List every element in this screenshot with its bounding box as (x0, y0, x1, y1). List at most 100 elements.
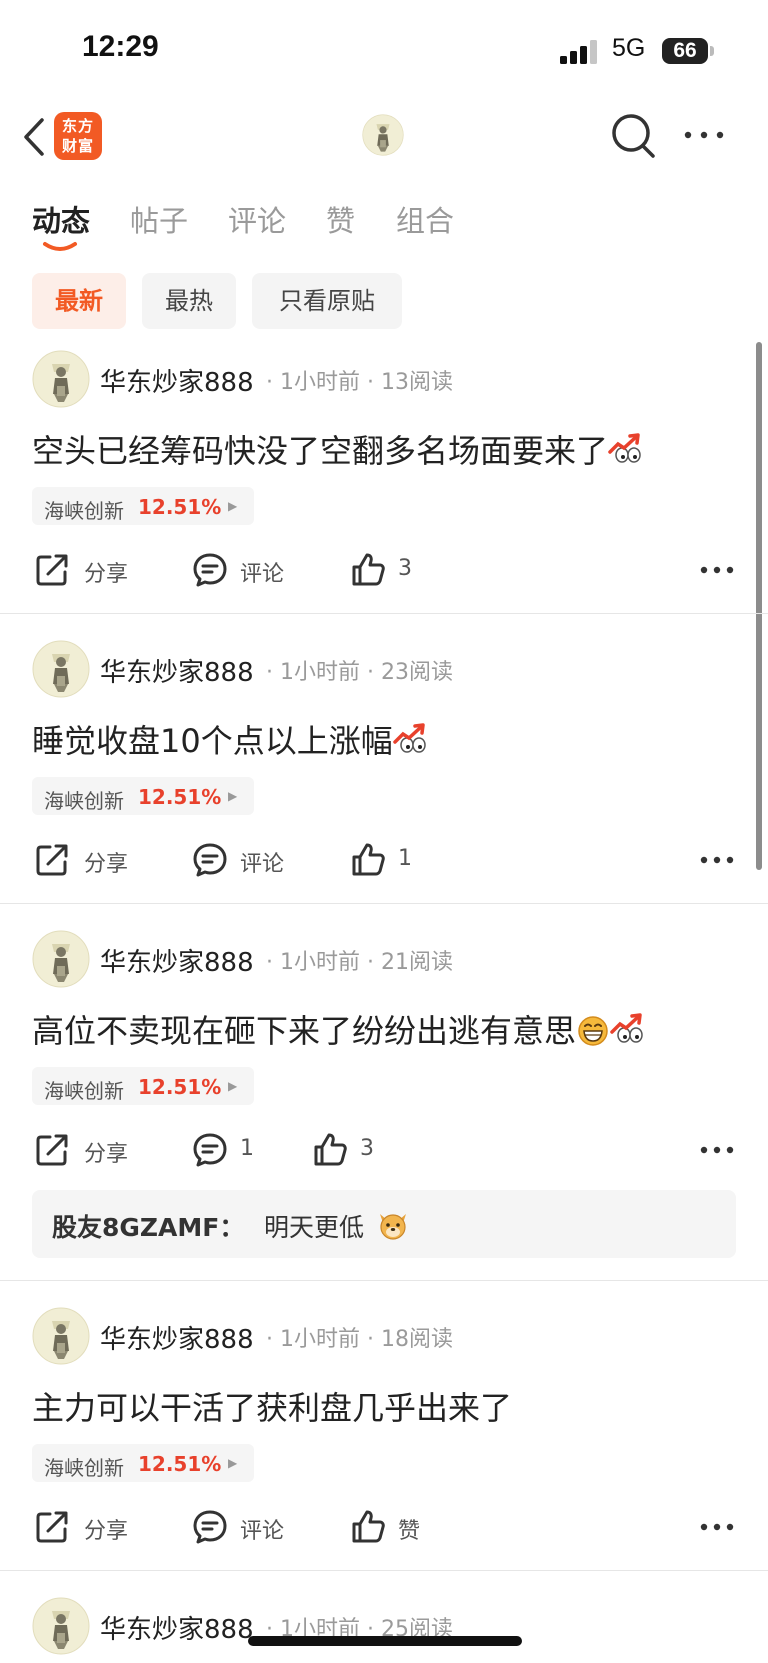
author-avatar[interactable] (32, 1307, 90, 1365)
comment-button[interactable]: 评论 (192, 1509, 312, 1545)
grin-emoji-icon (578, 1016, 608, 1046)
share-button[interactable]: 分享 (34, 552, 154, 588)
post-time: 1小时前 (280, 370, 360, 395)
stock-name: 海峡创新 (44, 789, 124, 813)
like-icon (352, 553, 385, 586)
author-name[interactable]: 华东炒家888 (100, 1609, 254, 1646)
tab-comments[interactable]: 评论 (228, 198, 286, 240)
search-icon[interactable] (610, 110, 658, 162)
share-button[interactable]: 分享 (34, 842, 154, 878)
reply-preview[interactable]: 股友8GZAMF： 明天更低 (32, 1190, 736, 1258)
post-meta: · 1小时前 · 13阅读 (266, 370, 453, 395)
like-icon (352, 843, 385, 876)
post-content[interactable]: 主力可以干活了获利盘几乎出来了 (32, 1383, 512, 1429)
post-more-icon[interactable] (700, 1146, 734, 1154)
filter-hottest[interactable]: 最热 (142, 273, 236, 329)
comment-label: 评论 (240, 562, 285, 587)
share-label: 分享 (84, 1142, 129, 1167)
scrollbar[interactable] (756, 342, 762, 870)
post-meta: · 1小时前 · 18阅读 (266, 1327, 453, 1352)
post-content[interactable]: 空头已经筹码快没了空翻多名场面要来了 (32, 426, 644, 472)
tab-portfolio[interactable]: 组合 (396, 198, 454, 240)
comment-icon (193, 1510, 227, 1544)
stock-up-emoji-icon (608, 433, 642, 464)
post-text: 睡觉收盘10个点以上涨幅 (32, 722, 393, 760)
post-more-icon[interactable] (700, 1523, 734, 1531)
share-button[interactable]: 分享 (34, 1132, 154, 1168)
author-avatar[interactable] (32, 640, 90, 698)
author-name[interactable]: 华东炒家888 (100, 652, 254, 689)
post-meta: · 1小时前 · 23阅读 (266, 660, 453, 685)
stock-arrow-icon: ▶ (228, 1456, 238, 1470)
stock-name: 海峡创新 (44, 1079, 124, 1103)
comment-icon (193, 553, 227, 587)
post-divider (0, 903, 768, 904)
comment-label: 评论 (240, 852, 285, 877)
stock-up-emoji-icon (392, 723, 427, 754)
comment-button[interactable]: 1 (192, 1132, 262, 1168)
tab-likes[interactable]: 赞 (326, 198, 355, 240)
stock-tag[interactable]: 海峡创新 12.51% ▶ (32, 777, 254, 815)
stock-name: 海峡创新 (44, 1456, 124, 1480)
comment-icon (193, 1133, 227, 1167)
like-icon (314, 1133, 347, 1166)
like-button[interactable]: 赞 (350, 1509, 440, 1545)
comment-label: 评论 (240, 1519, 285, 1544)
tab-dynamic[interactable]: 动态 (32, 198, 90, 240)
like-button[interactable]: 3 (312, 1132, 402, 1168)
share-icon (36, 844, 68, 876)
share-icon (36, 554, 68, 586)
post-more-icon[interactable] (700, 566, 734, 574)
tab-active-indicator (43, 242, 77, 251)
reply-text: 明天更低 (264, 1213, 365, 1242)
stock-arrow-icon: ▶ (228, 499, 238, 513)
post-text: 空头已经筹码快没了空翻多名场面要来了 (32, 432, 609, 470)
header-avatar[interactable] (362, 114, 404, 156)
like-icon (352, 1510, 385, 1543)
post-time: 1小时前 (280, 660, 360, 685)
stock-tag[interactable]: 海峡创新 12.51% ▶ (32, 487, 254, 525)
post-text: 高位不卖现在砸下来了纷纷出逃有意思 (32, 1012, 577, 1050)
author-name[interactable]: 华东炒家888 (100, 1319, 254, 1356)
post-divider (0, 1570, 768, 1571)
post-content[interactable]: 高位不卖现在砸下来了纷纷出逃有意思 (32, 1006, 646, 1052)
home-indicator[interactable] (248, 1636, 522, 1646)
stock-tag[interactable]: 海峡创新 12.51% ▶ (32, 1444, 254, 1482)
comment-count: 1 (240, 1136, 254, 1161)
author-avatar[interactable] (32, 930, 90, 988)
filter-newest[interactable]: 最新 (32, 273, 126, 329)
logo-line-1: 东方 (61, 117, 94, 135)
stock-change: 12.51% (138, 785, 222, 809)
share-button[interactable]: 分享 (34, 1509, 154, 1545)
battery-icon: 66 (662, 38, 708, 64)
stock-change: 12.51% (138, 495, 222, 519)
post-content[interactable]: 睡觉收盘10个点以上涨幅 (32, 716, 429, 762)
comment-button[interactable]: 评论 (192, 842, 312, 878)
reply-user[interactable]: 股友8GZAMF： (52, 1208, 244, 1244)
like-count: 3 (360, 1136, 374, 1161)
logo-line-2: 财富 (61, 137, 94, 155)
filter-original-only[interactable]: 只看原贴 (252, 273, 402, 329)
share-icon (36, 1511, 68, 1543)
author-name[interactable]: 华东炒家888 (100, 362, 254, 399)
back-arrow-icon[interactable] (16, 114, 52, 160)
stock-change: 12.51% (138, 1075, 222, 1099)
author-name[interactable]: 华东炒家888 (100, 942, 254, 979)
like-button[interactable]: 3 (350, 552, 440, 588)
post-reads: 18阅读 (380, 1327, 453, 1352)
comment-button[interactable]: 评论 (192, 552, 312, 588)
eastmoney-logo[interactable]: 东方 财富 (54, 112, 102, 160)
stock-arrow-icon: ▶ (228, 1079, 238, 1093)
post-more-icon[interactable] (700, 856, 734, 864)
tab-posts[interactable]: 帖子 (130, 198, 188, 240)
stock-change: 12.51% (138, 1452, 222, 1476)
post-time: 1小时前 (280, 1327, 360, 1352)
share-icon (36, 1134, 68, 1166)
author-avatar[interactable] (32, 1597, 90, 1655)
stock-arrow-icon: ▶ (228, 789, 238, 803)
stock-tag[interactable]: 海峡创新 12.51% ▶ (32, 1067, 254, 1105)
battery-tip (710, 46, 714, 56)
like-button[interactable]: 1 (350, 842, 440, 878)
author-avatar[interactable] (32, 350, 90, 408)
more-icon[interactable] (682, 120, 726, 150)
